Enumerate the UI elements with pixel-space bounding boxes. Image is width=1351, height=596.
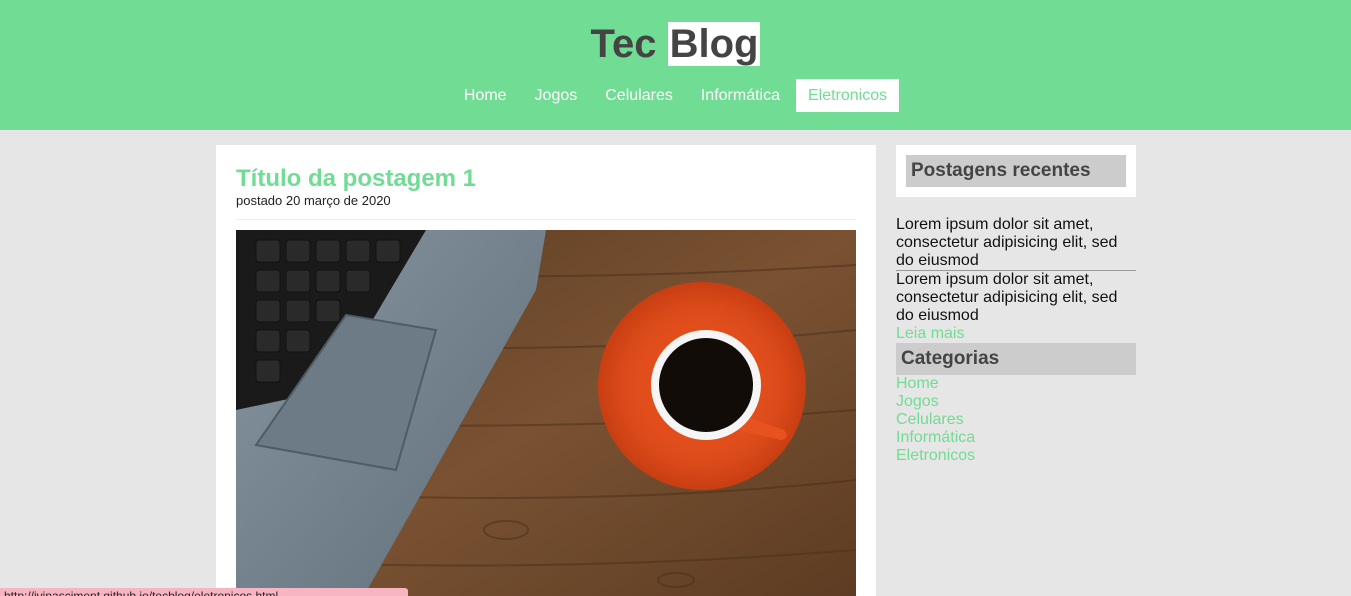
post-image	[236, 230, 856, 596]
sidebar: Postagens recentes Lorem ipsum dolor sit…	[896, 145, 1136, 465]
category-celulares[interactable]: Celulares	[896, 411, 1136, 429]
nav-home[interactable]: Home	[452, 79, 519, 112]
nav-eletronicos[interactable]: Eletronicos	[795, 79, 900, 112]
category-jogos[interactable]: Jogos	[896, 393, 1136, 411]
laptop-coffee-illustration	[236, 230, 856, 596]
post-divider	[236, 219, 856, 220]
nav-jogos[interactable]: Jogos	[523, 79, 590, 112]
nav-informatica[interactable]: Informática	[689, 79, 792, 112]
categories-list: Home Jogos Celulares Informática Eletron…	[896, 375, 1136, 465]
categories-title: Categorias	[896, 343, 1136, 375]
category-eletronicos[interactable]: Eletronicos	[896, 447, 1136, 465]
logo-text-tec: Tec	[590, 22, 657, 66]
read-more-link[interactable]: Leia mais	[896, 325, 1136, 343]
logo-text-blog: Blog	[667, 22, 761, 66]
site-header: Tec Blog Home Jogos Celulares Informátic…	[0, 0, 1351, 130]
post-date: postado 20 março de 2020	[236, 193, 391, 208]
recent-posts-title: Postagens recentes	[906, 155, 1126, 187]
recent-post-item[interactable]: Lorem ipsum dolor sit amet, consectetur …	[896, 216, 1136, 271]
main-nav: Home Jogos Celulares Informática Eletron…	[0, 79, 1351, 112]
post-title[interactable]: Título da postagem 1	[236, 165, 856, 193]
post-card: Título da postagem 1 postado 20 março de…	[216, 145, 876, 596]
site-logo[interactable]: Tec Blog	[0, 22, 1351, 66]
recent-posts-box: Postagens recentes	[896, 145, 1136, 197]
category-informatica[interactable]: Informática	[896, 429, 1136, 447]
category-home[interactable]: Home	[896, 375, 1136, 393]
nav-celulares[interactable]: Celulares	[593, 79, 685, 112]
status-bar-url: http://ivinasciment.github.io/tecblog/el…	[0, 588, 408, 596]
recent-post-item[interactable]: Lorem ipsum dolor sit amet, consectetur …	[896, 271, 1136, 325]
recent-posts-list: Lorem ipsum dolor sit amet, consectetur …	[896, 216, 1136, 343]
